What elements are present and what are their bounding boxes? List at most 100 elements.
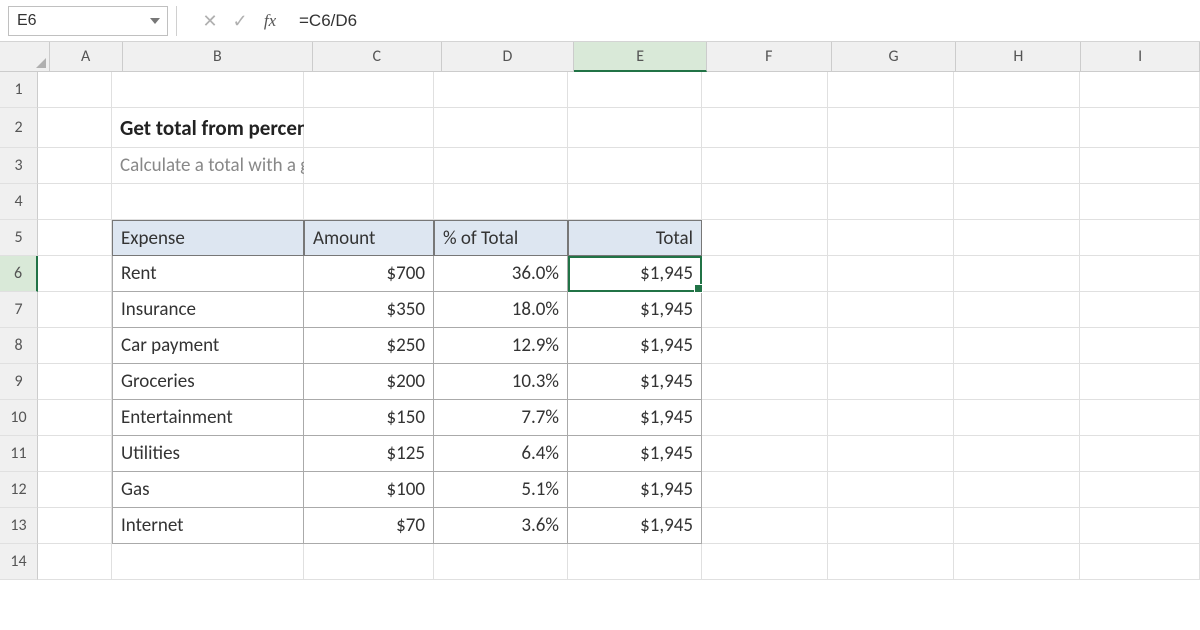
col-header-E[interactable]: E [574, 42, 707, 72]
cell[interactable] [702, 364, 828, 400]
row-header[interactable]: 14 [0, 544, 38, 580]
cell[interactable] [954, 364, 1080, 400]
cell[interactable] [702, 400, 828, 436]
cell[interactable] [112, 72, 304, 108]
row-header[interactable]: 4 [0, 184, 38, 220]
cell[interactable] [38, 256, 112, 292]
cell[interactable] [434, 72, 568, 108]
cell[interactable] [828, 400, 954, 436]
cell-expense[interactable]: Utilities [112, 436, 304, 472]
cell[interactable] [304, 544, 434, 580]
cell[interactable] [38, 220, 112, 256]
cell-expense[interactable]: Groceries [112, 364, 304, 400]
cell-expense[interactable]: Rent [112, 256, 304, 292]
fx-icon[interactable]: fx [255, 6, 285, 36]
cell[interactable] [954, 108, 1080, 148]
row-header[interactable]: 6 [0, 256, 38, 292]
cell[interactable] [1080, 292, 1200, 328]
row-header[interactable]: 10 [0, 400, 38, 436]
col-header-I[interactable]: I [1081, 42, 1200, 72]
cancel-formula-icon[interactable]: ✕ [195, 6, 225, 36]
cell[interactable] [38, 508, 112, 544]
cell-amount[interactable]: $100 [304, 472, 434, 508]
cell[interactable] [38, 472, 112, 508]
cell-amount[interactable]: $125 [304, 436, 434, 472]
cell[interactable] [434, 148, 568, 184]
cell-expense[interactable]: Gas [112, 472, 304, 508]
row-header[interactable]: 12 [0, 472, 38, 508]
cell-pct[interactable]: 36.0% [434, 256, 568, 292]
cell[interactable] [1080, 472, 1200, 508]
cell[interactable] [954, 328, 1080, 364]
cell[interactable] [954, 400, 1080, 436]
cell[interactable] [954, 544, 1080, 580]
cell-expense[interactable]: Car payment [112, 328, 304, 364]
cell[interactable] [702, 292, 828, 328]
cell[interactable] [702, 256, 828, 292]
cell[interactable] [434, 108, 568, 148]
row-header[interactable]: 11 [0, 436, 38, 472]
cell[interactable] [702, 328, 828, 364]
col-header-D[interactable]: D [442, 42, 575, 72]
formula-input[interactable] [285, 6, 1192, 36]
cell[interactable] [954, 148, 1080, 184]
cell[interactable] [828, 544, 954, 580]
cell-expense[interactable]: Internet [112, 508, 304, 544]
row-header[interactable]: 3 [0, 148, 38, 184]
cell[interactable] [954, 436, 1080, 472]
cell-total[interactable]: $1,945 [568, 508, 702, 544]
cell[interactable] [828, 292, 954, 328]
cell[interactable] [954, 256, 1080, 292]
cell-total[interactable]: $1,945 [568, 328, 702, 364]
cell[interactable] [1080, 148, 1200, 184]
cell[interactable] [702, 436, 828, 472]
cell-total[interactable]: $1,945 [568, 364, 702, 400]
col-header-G[interactable]: G [832, 42, 957, 72]
cell-total[interactable]: $1,945 [568, 292, 702, 328]
cell[interactable] [568, 184, 702, 220]
cell[interactable] [112, 184, 304, 220]
cell[interactable] [1080, 544, 1200, 580]
cell[interactable] [304, 108, 434, 148]
row-header[interactable]: 9 [0, 364, 38, 400]
cell[interactable] [304, 72, 434, 108]
cell[interactable] [1080, 108, 1200, 148]
cell-expense[interactable]: Entertainment [112, 400, 304, 436]
cell-pct[interactable]: 6.4% [434, 436, 568, 472]
cell[interactable] [954, 508, 1080, 544]
name-box[interactable] [9, 7, 143, 35]
cell-amount[interactable]: $150 [304, 400, 434, 436]
cell[interactable] [828, 364, 954, 400]
cell[interactable] [1080, 328, 1200, 364]
cell[interactable] [828, 184, 954, 220]
cell[interactable] [828, 220, 954, 256]
cell[interactable] [304, 148, 434, 184]
cell[interactable] [38, 400, 112, 436]
table-header-expense[interactable]: Expense [112, 220, 304, 256]
cell-pct[interactable]: 18.0% [434, 292, 568, 328]
cell[interactable] [828, 436, 954, 472]
cell-total[interactable]: $1,945 [568, 256, 702, 292]
row-header[interactable]: 5 [0, 220, 38, 256]
cell-amount[interactable]: $250 [304, 328, 434, 364]
cell-total[interactable]: $1,945 [568, 400, 702, 436]
col-header-A[interactable]: A [50, 42, 123, 72]
row-header[interactable]: 8 [0, 328, 38, 364]
cell[interactable] [38, 544, 112, 580]
cell[interactable] [828, 472, 954, 508]
cell[interactable] [1080, 508, 1200, 544]
cell[interactable] [702, 544, 828, 580]
cell[interactable] [1080, 436, 1200, 472]
col-header-C[interactable]: C [313, 42, 442, 72]
cell[interactable] [568, 148, 702, 184]
cell[interactable] [1080, 220, 1200, 256]
cell[interactable] [828, 328, 954, 364]
cell[interactable] [1080, 184, 1200, 220]
cell-grid[interactable]: Get total from percent Calculate a total… [38, 72, 1200, 580]
cell[interactable] [702, 220, 828, 256]
cell[interactable] [702, 72, 828, 108]
cell-pct[interactable]: 5.1% [434, 472, 568, 508]
cell[interactable] [38, 108, 112, 148]
row-header[interactable]: 13 [0, 508, 38, 544]
select-all-corner[interactable] [0, 42, 50, 72]
